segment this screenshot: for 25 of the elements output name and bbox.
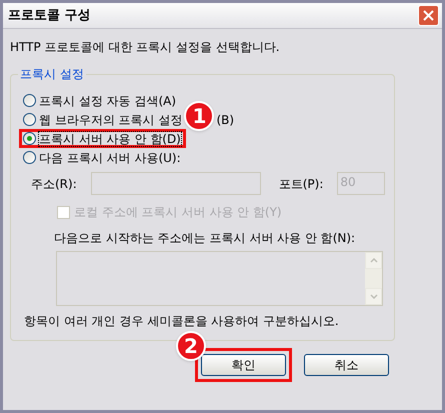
radio-label-suffix: (B) xyxy=(216,112,234,128)
close-button[interactable] xyxy=(418,5,439,26)
number-badge: 2 xyxy=(176,331,206,361)
description-text: HTTP 프로토콜에 대한 프록시 설정을 선택합니다. xyxy=(10,39,281,56)
radio-label[interactable]: 프록시 설정 자동 검색(A) xyxy=(39,94,176,108)
chevron-up-icon xyxy=(370,258,378,263)
radio-label[interactable]: 다음 프록시 서버 사용(U): xyxy=(39,150,181,164)
exceptions-label: 다음으로 시작하는 주소에는 프록시 서버 사용 안 함(N): xyxy=(54,230,356,247)
dialog-button[interactable]: 취소 xyxy=(304,354,389,376)
close-icon xyxy=(423,10,434,21)
checkbox-label: 로컬 주소에 프록시 서버 사용 안 함(Y) xyxy=(74,204,282,221)
radio-button[interactable] xyxy=(23,151,36,164)
note-text: 항목이 여러 개인 경우 세미콜론을 사용하여 구분하십시오. xyxy=(24,313,340,330)
radio-label[interactable]: 웹 브라우저의 프록시 설정 xyxy=(39,112,182,126)
window-title: 프로토콜 구성 xyxy=(8,6,91,25)
port-label: 포트(P): xyxy=(278,176,324,192)
radio-label[interactable]: 프록시 서버 사용 안 함(D) xyxy=(39,132,181,146)
address-label: 주소(R): xyxy=(31,176,77,192)
dialog-button[interactable]: 확인 xyxy=(201,354,286,376)
group-title: 프록시 설정 xyxy=(18,66,86,82)
number-badge: 1 xyxy=(184,100,214,130)
radio-button[interactable] xyxy=(23,113,36,126)
radio-button[interactable] xyxy=(23,94,36,107)
chevron-down-icon xyxy=(370,294,378,299)
radio-button[interactable] xyxy=(23,132,36,145)
